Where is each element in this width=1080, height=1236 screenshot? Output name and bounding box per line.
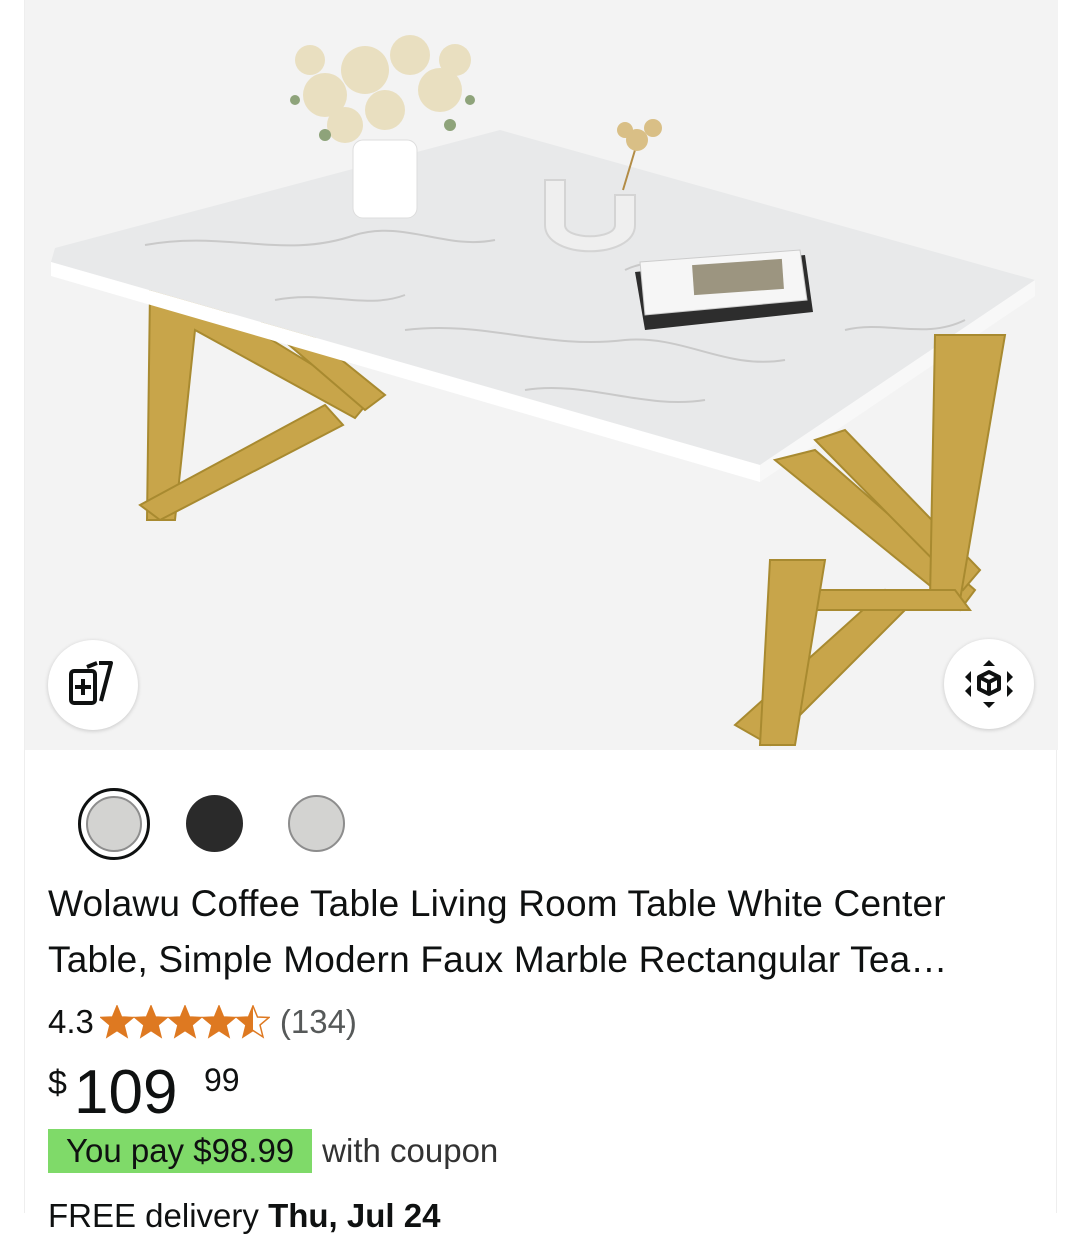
product-image[interactable] xyxy=(25,0,1058,750)
delivery-prefix: FREE delivery xyxy=(48,1197,269,1234)
coupon-badge: You pay $98.99 xyxy=(48,1129,313,1173)
coupon-suffix: with coupon xyxy=(322,1132,499,1169)
rating-value: 4.3 xyxy=(48,1003,94,1040)
swatch-white-selected[interactable] xyxy=(78,788,150,860)
product-title-line1: Wolawu Coffee Table Living Room Table Wh… xyxy=(48,883,946,924)
product-title[interactable]: Wolawu Coffee Table Living Room Table Wh… xyxy=(48,876,1038,988)
ar-cube-icon xyxy=(965,660,1013,708)
rating-count: (134) xyxy=(279,1003,357,1040)
star-icon xyxy=(100,1005,134,1038)
swatch-grey[interactable] xyxy=(288,795,345,852)
star-half-icon xyxy=(236,1005,270,1038)
compare-button[interactable] xyxy=(48,640,138,730)
product-title-line2: Table, Simple Modern Faux Marble Rectang… xyxy=(48,939,948,980)
product-photo xyxy=(51,35,1035,747)
price-whole: 109 xyxy=(74,1058,178,1127)
price-fraction: 99 xyxy=(204,1062,240,1098)
delivery-date: Thu, Jul 24 xyxy=(268,1197,441,1234)
rating-row[interactable]: 4.3 (134) xyxy=(48,1000,357,1044)
price-symbol: $ xyxy=(48,1064,67,1102)
delivery-info: FREE delivery Thu, Jul 24 xyxy=(48,1196,440,1236)
product-card: Wolawu Coffee Table Living Room Table Wh… xyxy=(24,0,1058,1234)
stars-icon xyxy=(100,1005,270,1038)
color-swatches xyxy=(78,788,398,860)
swatch-black[interactable] xyxy=(186,795,243,852)
coupon-row: You pay $98.99 with coupon xyxy=(48,1129,498,1173)
star-icon xyxy=(202,1005,236,1038)
star-icon xyxy=(134,1005,168,1038)
star-icon xyxy=(168,1005,202,1038)
view-in-room-button[interactable] xyxy=(944,639,1034,729)
compare-cards-icon xyxy=(69,661,113,705)
star-rating xyxy=(100,1005,270,1039)
